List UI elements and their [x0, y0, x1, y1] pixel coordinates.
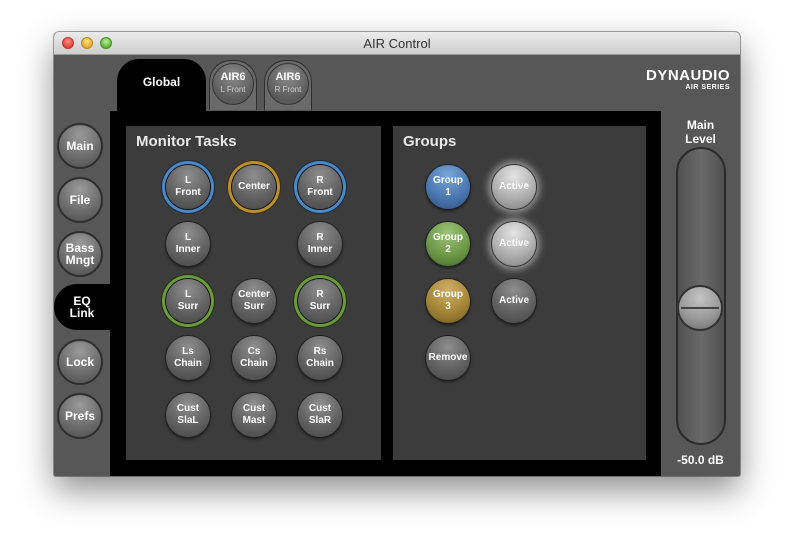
- task-cust-slal-button[interactable]: Cust SlaL: [166, 393, 210, 437]
- main-level-slider-handle[interactable]: [677, 285, 723, 331]
- task-rs-chain-button[interactable]: Rs Chain: [298, 336, 342, 380]
- tab-global[interactable]: Global: [117, 59, 206, 111]
- sidebar-item-prefs[interactable]: Prefs: [57, 393, 103, 439]
- device-position: L Front: [220, 85, 246, 94]
- group-2-button[interactable]: Group 2: [426, 222, 470, 266]
- task-cust-mast-button[interactable]: Cust Mast: [232, 393, 276, 437]
- window-title: AIR Control: [363, 36, 431, 51]
- groups-title: Groups: [403, 133, 457, 150]
- task-r-front-button[interactable]: R Front: [298, 165, 342, 209]
- app-window: AIR Control Global AIR6 L Front AIR6 R F…: [54, 32, 740, 476]
- task-l-surr-button[interactable]: L Surr: [166, 279, 210, 323]
- main-level-value: -50.0 dB: [677, 453, 724, 467]
- title-bar: AIR Control: [54, 32, 740, 55]
- main-content: Monitor Tasks L Front Center R Front L I…: [110, 111, 661, 476]
- brand-logo: DYNAUDIO AIR SERIES: [645, 67, 730, 92]
- group-1-active-button[interactable]: Active: [492, 165, 536, 209]
- group-1-button[interactable]: Group 1: [426, 165, 470, 209]
- tab-device-l-front[interactable]: AIR6 L Front: [209, 60, 257, 110]
- groups-panel: Groups Group 1 Active Group 2 Active Gro…: [393, 126, 646, 460]
- monitor-tasks-panel: Monitor Tasks L Front Center R Front L I…: [126, 126, 381, 460]
- task-center-button[interactable]: Center: [232, 165, 276, 209]
- group-2-active-button[interactable]: Active: [492, 222, 536, 266]
- device-position: R Front: [274, 85, 302, 94]
- main-level-panel: Main Level -50.0 dB: [661, 111, 740, 476]
- sidebar-item-file[interactable]: File: [57, 177, 103, 223]
- sidebar-item-bass-mngt[interactable]: Bass Mngt: [57, 231, 103, 277]
- device-name: AIR6: [220, 71, 246, 83]
- task-cs-chain-button[interactable]: Cs Chain: [232, 336, 276, 380]
- main-level-title: Main Level: [685, 118, 716, 146]
- task-r-surr-button[interactable]: R Surr: [298, 279, 342, 323]
- sidebar-item-eq-link[interactable]: EQ Link: [54, 284, 110, 330]
- task-r-inner-button[interactable]: R Inner: [298, 222, 342, 266]
- remove-group-button[interactable]: Remove: [426, 336, 470, 380]
- task-l-front-button[interactable]: L Front: [166, 165, 210, 209]
- task-center-surr-button[interactable]: Center Surr: [232, 279, 276, 323]
- brand-sub-text: AIR SERIES: [685, 84, 730, 91]
- sidebar-item-main[interactable]: Main: [57, 123, 103, 169]
- device-icon: [212, 63, 254, 105]
- monitor-tasks-title: Monitor Tasks: [136, 133, 237, 150]
- task-cust-slar-button[interactable]: Cust SlaR: [298, 393, 342, 437]
- device-icon: [267, 63, 309, 105]
- sidebar-item-lock[interactable]: Lock: [57, 339, 103, 385]
- tab-device-r-front[interactable]: AIR6 R Front: [264, 60, 312, 110]
- task-l-inner-button[interactable]: L Inner: [166, 222, 210, 266]
- group-3-active-button[interactable]: Active: [492, 279, 536, 323]
- slider-handle-line: [681, 307, 719, 309]
- brand-logo-text: DYNAUDIO: [645, 67, 730, 84]
- sidebar: Main File Bass Mngt EQ Link Lock Prefs: [54, 111, 110, 476]
- tab-bar: Global AIR6 L Front AIR6 R Front DYNAUDI…: [54, 55, 740, 111]
- group-3-button[interactable]: Group 3: [426, 279, 470, 323]
- task-ls-chain-button[interactable]: Ls Chain: [166, 336, 210, 380]
- device-name: AIR6: [275, 71, 301, 83]
